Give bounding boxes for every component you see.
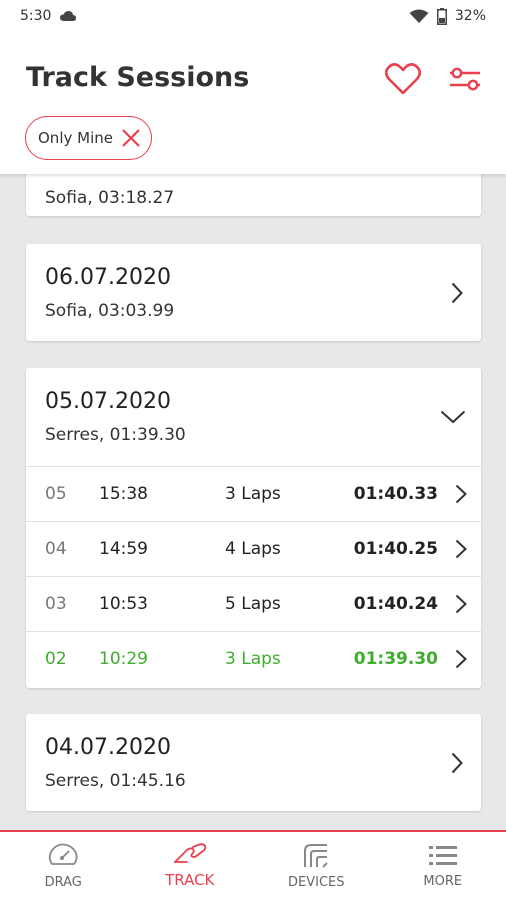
lap-best-time: 01:40.25 (353, 539, 438, 559)
chevron-right-icon (455, 594, 467, 614)
lap-number: 02 (45, 649, 67, 669)
lap-clock-time: 15:38 (99, 484, 148, 504)
session-date: 05.07.2020 (45, 389, 171, 414)
chevron-right-icon (455, 539, 467, 559)
session-list: Sofia, 03:18.27 06.07.2020 Sofia, 03:03.… (0, 174, 506, 830)
device-icon (304, 843, 328, 868)
cloud-icon (60, 11, 77, 21)
nav-label: MORE (423, 873, 463, 889)
gauge-icon (49, 843, 78, 865)
nav-item-more[interactable]: MORE (380, 832, 506, 900)
session-date: 04.07.2020 (45, 735, 171, 760)
lap-clock-time: 10:29 (99, 649, 148, 669)
lap-row[interactable]: 03 10:53 5 Laps 01:40.24 (26, 576, 481, 631)
nav-label: TRACK (165, 871, 215, 889)
session-card[interactable]: 04.07.2020 Serres, 01:45.16 (26, 714, 481, 811)
lap-count: 3 Laps (225, 649, 281, 669)
nav-item-drag[interactable]: DRAG (0, 832, 127, 900)
session-card[interactable]: 06.07.2020 Sofia, 03:03.99 (26, 244, 481, 341)
wifi-icon (409, 9, 429, 23)
chevron-down-icon[interactable] (439, 403, 467, 431)
battery-icon (436, 7, 447, 25)
session-location-time: Serres, 01:45.16 (45, 771, 186, 791)
lap-number: 03 (45, 594, 67, 614)
filter-chip-label: Only Mine (38, 129, 113, 147)
nav-item-track[interactable]: TRACK (127, 832, 254, 900)
nav-item-devices[interactable]: DEVICES (253, 832, 380, 900)
sliders-icon (450, 67, 480, 91)
lap-number: 04 (45, 539, 67, 559)
menu-icon (428, 845, 457, 865)
chevron-right-icon (455, 484, 467, 504)
battery-percent: 32% (454, 8, 486, 24)
lap-best-time: 01:39.30 (353, 649, 438, 669)
lap-number: 05 (45, 484, 67, 504)
bottom-nav: DRAG TRACK DEVICES MORE (0, 830, 506, 900)
favorites-button[interactable] (384, 60, 422, 98)
status-left: 5:30 (20, 8, 77, 24)
session-location-time: Sofia, 03:03.99 (45, 301, 175, 321)
lap-clock-time: 10:53 (99, 594, 148, 614)
nav-label: DEVICES (288, 874, 345, 890)
status-time: 5:30 (20, 8, 52, 24)
lap-count: 5 Laps (225, 594, 281, 614)
nav-label: DRAG (44, 874, 82, 890)
app-header: Track Sessions Only Mine (0, 32, 506, 174)
page-title: Track Sessions (26, 62, 250, 93)
track-icon (173, 843, 206, 863)
lap-row[interactable]: 05 15:38 3 Laps 01:40.33 (26, 466, 481, 521)
session-date: 06.07.2020 (45, 265, 171, 290)
lap-best-time: 01:40.33 (353, 484, 438, 504)
chevron-right-icon (447, 749, 467, 777)
header-actions (384, 60, 484, 98)
session-location-time: Serres, 01:39.30 (45, 425, 186, 445)
session-card[interactable]: Sofia, 03:18.27 (26, 174, 481, 216)
status-right: 32% (409, 7, 486, 25)
filter-settings-button[interactable] (446, 60, 484, 98)
lap-count: 4 Laps (225, 539, 281, 559)
lap-best-time: 01:40.24 (353, 594, 438, 614)
status-bar: 5:30 32% (0, 0, 506, 32)
lap-row[interactable]: 04 14:59 4 Laps 01:40.25 (26, 521, 481, 576)
session-card-expanded[interactable]: 05.07.2020 Serres, 01:39.30 05 15:38 3 L… (26, 368, 481, 688)
chevron-right-icon (455, 649, 467, 669)
lap-count: 3 Laps (225, 484, 281, 504)
lap-clock-time: 14:59 (99, 539, 148, 559)
filter-chip-only-mine[interactable]: Only Mine (25, 116, 152, 160)
lap-row-best[interactable]: 02 10:29 3 Laps 01:39.30 (26, 631, 481, 686)
chevron-right-icon (447, 279, 467, 307)
session-location-time: Sofia, 03:18.27 (45, 188, 175, 208)
heart-icon (385, 63, 421, 95)
close-icon[interactable] (121, 128, 141, 148)
